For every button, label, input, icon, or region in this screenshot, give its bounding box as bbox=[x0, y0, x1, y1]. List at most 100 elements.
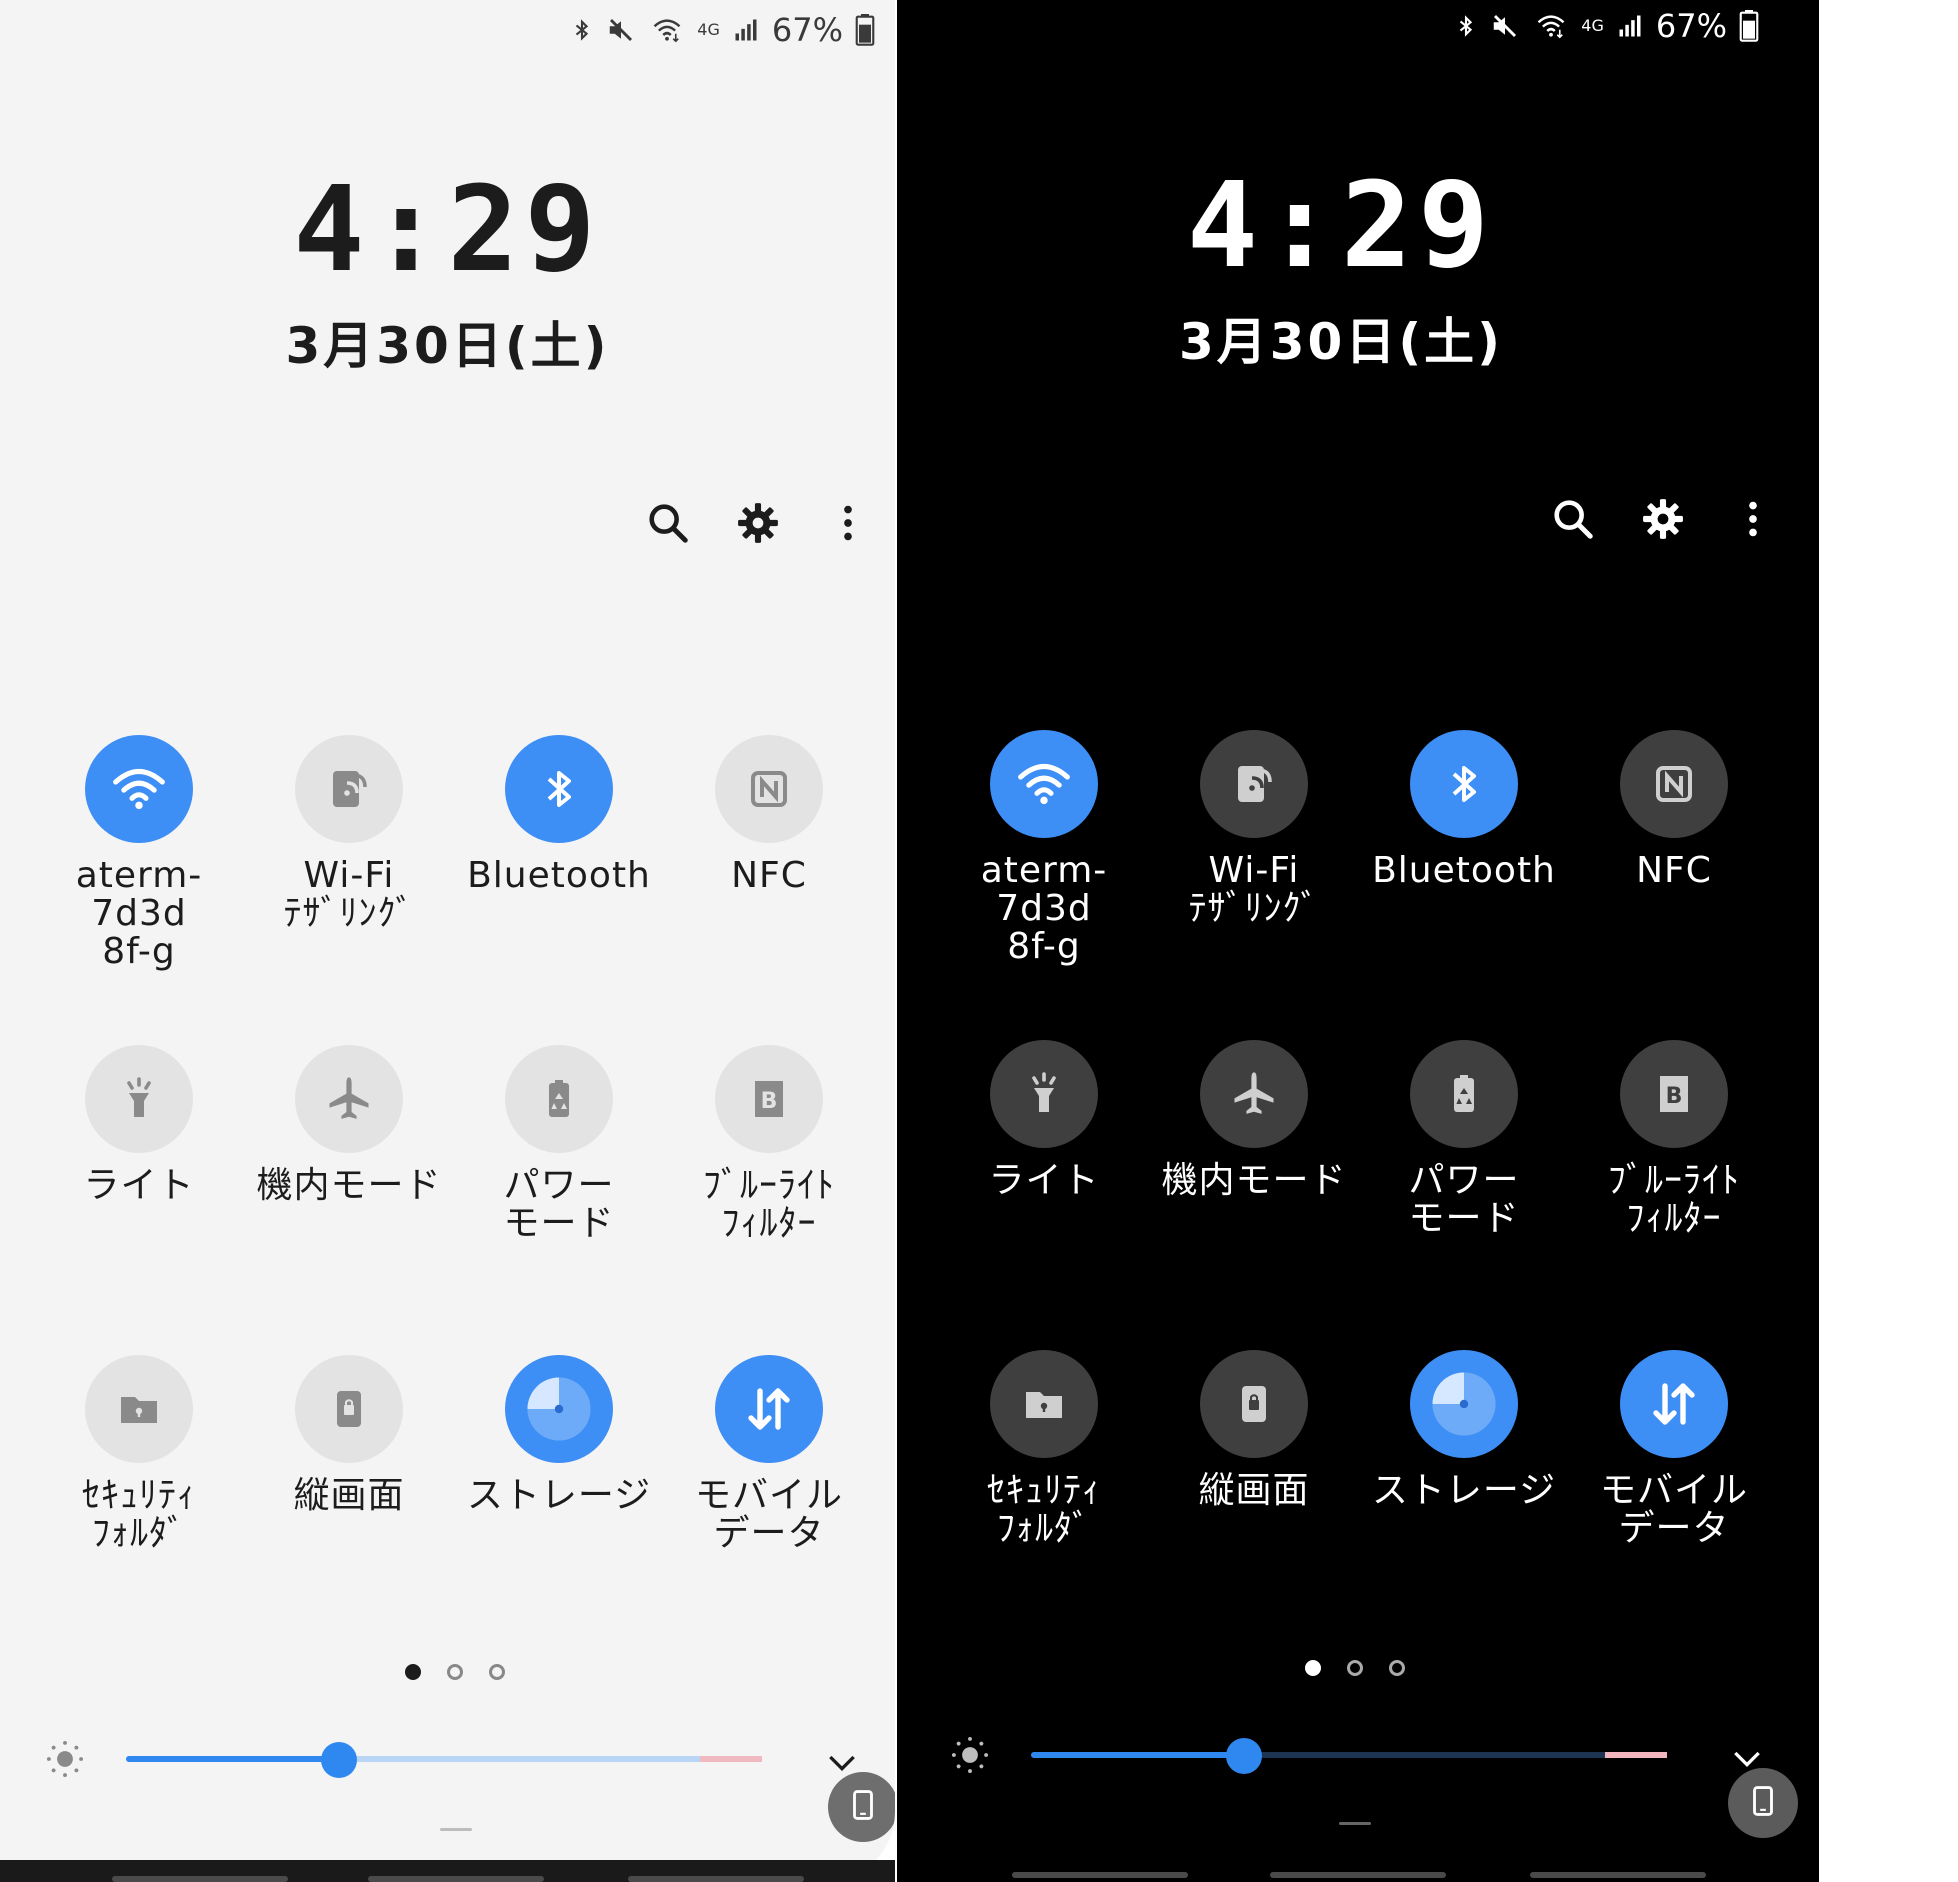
page-dot[interactable] bbox=[1347, 1660, 1363, 1676]
page-indicator bbox=[405, 1664, 505, 1680]
quick-tile-airplane[interactable]: 機内モード bbox=[1149, 1040, 1359, 1350]
tile-toggle[interactable] bbox=[295, 735, 403, 843]
quick-tile-power-mode[interactable]: パワー モード bbox=[1359, 1040, 1569, 1350]
quick-tile-power-mode[interactable]: パワー モード bbox=[454, 1045, 664, 1355]
gear-icon bbox=[1640, 496, 1686, 546]
mobile-data-icon bbox=[742, 1382, 796, 1436]
search-button[interactable] bbox=[643, 500, 693, 550]
more-vertical-icon bbox=[1730, 496, 1776, 546]
phone-icon bbox=[1746, 1784, 1780, 1822]
quick-tile-secure-folder[interactable]: ｾｷｭﾘﾃｨ ﾌｫﾙﾀﾞ bbox=[34, 1355, 244, 1665]
quick-settings-grid: aterm-7d3d 8f-g Wi-Fi ﾃｻﾞﾘﾝｸﾞ Bluetooth NFC… bbox=[939, 730, 1779, 1660]
tile-toggle[interactable] bbox=[1200, 1350, 1308, 1458]
brightness-thumb[interactable] bbox=[1226, 1738, 1263, 1774]
tile-toggle[interactable] bbox=[505, 1045, 613, 1153]
tile-toggle[interactable] bbox=[1200, 730, 1308, 838]
nfc-icon bbox=[1650, 760, 1698, 808]
mute-icon bbox=[605, 15, 637, 45]
brightness-slider[interactable] bbox=[44, 1728, 864, 1788]
page-dot[interactable] bbox=[489, 1664, 505, 1680]
tile-toggle[interactable] bbox=[1200, 1040, 1308, 1148]
tile-toggle[interactable]: B bbox=[1620, 1040, 1728, 1148]
page-dot[interactable] bbox=[447, 1664, 463, 1680]
quick-tile-hotspot[interactable]: Wi-Fi ﾃｻﾞﾘﾝｸﾞ bbox=[1149, 730, 1359, 1040]
quick-tile-hotspot[interactable]: Wi-Fi ﾃｻﾞﾘﾝｸﾞ bbox=[244, 735, 454, 1045]
brightness-thumb[interactable] bbox=[321, 1742, 358, 1778]
more-vertical-icon bbox=[825, 500, 871, 550]
quick-tile-storage[interactable]: ストレージ bbox=[1359, 1350, 1569, 1660]
more-options-button[interactable] bbox=[1728, 496, 1778, 546]
network-type: 4G bbox=[1581, 16, 1604, 35]
quick-tile-flashlight[interactable]: ライト bbox=[34, 1045, 244, 1355]
secure-folder-icon bbox=[115, 1385, 163, 1433]
clock-date: 3月30日(土) bbox=[285, 317, 610, 375]
tile-toggle[interactable] bbox=[85, 735, 193, 843]
quick-tile-nfc[interactable]: NFC bbox=[1569, 730, 1779, 1040]
tile-label: モバイル データ bbox=[1599, 1470, 1748, 1549]
quick-tile-portrait-lock[interactable]: 縦画面 bbox=[244, 1355, 454, 1665]
wifi-icon bbox=[111, 761, 167, 817]
tile-label: 縦画面 bbox=[1198, 1470, 1310, 1511]
quick-tile-bluetooth[interactable]: Bluetooth bbox=[454, 735, 664, 1045]
tile-toggle[interactable] bbox=[295, 1355, 403, 1463]
search-button[interactable] bbox=[1548, 496, 1598, 546]
search-icon bbox=[645, 500, 691, 550]
tile-label: ｾｷｭﾘﾃｨ ﾌｫﾙﾀﾞ bbox=[987, 1470, 1101, 1549]
page-dot[interactable] bbox=[405, 1664, 421, 1680]
brightness-track[interactable] bbox=[1031, 1752, 1667, 1758]
quick-tile-storage[interactable]: ストレージ bbox=[454, 1355, 664, 1665]
quick-tile-portrait-lock[interactable]: 縦画面 bbox=[1149, 1350, 1359, 1660]
page-dot[interactable] bbox=[1305, 1660, 1321, 1676]
quick-tile-flashlight[interactable]: ライト bbox=[939, 1040, 1149, 1350]
bluetooth-icon bbox=[571, 15, 593, 45]
quick-tile-airplane[interactable]: 機内モード bbox=[244, 1045, 454, 1355]
drag-handle[interactable] bbox=[1339, 1822, 1371, 1825]
tile-toggle[interactable] bbox=[1620, 1350, 1728, 1458]
tile-toggle[interactable] bbox=[1620, 730, 1728, 838]
tile-toggle[interactable] bbox=[990, 1350, 1098, 1458]
tile-toggle[interactable] bbox=[295, 1045, 403, 1153]
tile-toggle[interactable] bbox=[1410, 730, 1518, 838]
tile-toggle[interactable] bbox=[1410, 1040, 1518, 1148]
secure-folder-icon bbox=[1020, 1380, 1068, 1428]
quick-tile-blue-light-filter[interactable]: B ﾌﾞﾙｰﾗｲﾄ ﾌｨﾙﾀｰ bbox=[664, 1045, 874, 1355]
settings-button[interactable] bbox=[1638, 496, 1688, 546]
portrait-lock-icon bbox=[1230, 1380, 1278, 1428]
quick-tile-secure-folder[interactable]: ｾｷｭﾘﾃｨ ﾌｫﾙﾀﾞ bbox=[939, 1350, 1149, 1660]
quick-tile-nfc[interactable]: NFC bbox=[664, 735, 874, 1045]
tile-toggle[interactable] bbox=[990, 730, 1098, 838]
brightness-slider[interactable] bbox=[949, 1724, 1769, 1784]
quick-settings-grid: aterm-7d3d 8f-g Wi-Fi ﾃｻﾞﾘﾝｸﾞ Bluetooth NFC… bbox=[34, 735, 874, 1665]
tile-toggle[interactable] bbox=[990, 1040, 1098, 1148]
tile-toggle[interactable] bbox=[715, 735, 823, 843]
gear-icon bbox=[735, 500, 781, 550]
tile-toggle[interactable] bbox=[715, 1355, 823, 1463]
quick-tile-bluetooth[interactable]: Bluetooth bbox=[1359, 730, 1569, 1040]
brightness-track[interactable] bbox=[126, 1756, 762, 1762]
tile-toggle[interactable] bbox=[505, 735, 613, 843]
brightness-high-zone bbox=[700, 1756, 762, 1762]
wifi-icon bbox=[1016, 756, 1072, 812]
quick-tile-blue-light-filter[interactable]: B ﾌﾞﾙｰﾗｲﾄ ﾌｨﾙﾀｰ bbox=[1569, 1040, 1779, 1350]
tile-toggle[interactable] bbox=[85, 1045, 193, 1153]
rotate-screen-button[interactable] bbox=[1728, 1768, 1798, 1838]
tile-toggle[interactable] bbox=[85, 1355, 193, 1463]
power-mode-icon bbox=[1440, 1070, 1488, 1118]
quick-tile-mobile-data[interactable]: モバイル データ bbox=[664, 1355, 874, 1665]
tile-toggle[interactable] bbox=[1410, 1350, 1518, 1458]
tile-label: Bluetooth bbox=[1372, 850, 1556, 891]
quick-tile-wifi[interactable]: aterm-7d3d 8f-g bbox=[34, 735, 244, 1045]
drag-handle[interactable] bbox=[440, 1828, 472, 1831]
more-options-button[interactable] bbox=[823, 500, 873, 550]
tile-toggle[interactable]: B bbox=[715, 1045, 823, 1153]
settings-button[interactable] bbox=[733, 500, 783, 550]
hotspot-icon bbox=[1230, 760, 1278, 808]
tile-label: aterm-7d3d 8f-g bbox=[75, 855, 203, 972]
tile-toggle[interactable] bbox=[505, 1355, 613, 1463]
power-mode-icon bbox=[535, 1075, 583, 1123]
rotate-screen-button[interactable] bbox=[828, 1772, 895, 1842]
page-dot[interactable] bbox=[1389, 1660, 1405, 1676]
quick-tile-mobile-data[interactable]: モバイル データ bbox=[1569, 1350, 1779, 1660]
quick-tile-wifi[interactable]: aterm-7d3d 8f-g bbox=[939, 730, 1149, 1040]
tile-label: ﾌﾞﾙｰﾗｲﾄ ﾌｨﾙﾀｰ bbox=[703, 1165, 835, 1244]
